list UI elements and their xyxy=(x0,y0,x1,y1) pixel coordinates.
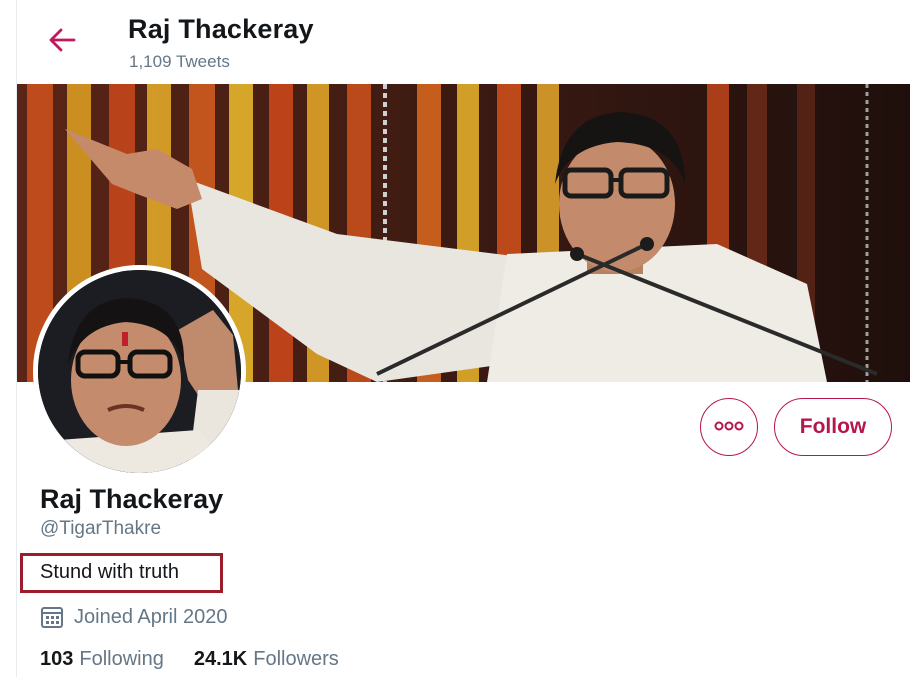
followers-count: 24.1K xyxy=(193,648,248,670)
profile-avatar[interactable] xyxy=(33,265,246,478)
following-label: Following xyxy=(79,648,164,670)
header-title: Raj Thackeray xyxy=(128,14,314,44)
arrow-left-icon xyxy=(48,27,76,58)
following-count: 103 xyxy=(40,648,74,670)
joined-date-row: Joined April 2020 xyxy=(40,603,227,631)
profile-handle: @TigarThakre xyxy=(40,518,162,539)
following-link[interactable]: 103 Following xyxy=(40,648,164,671)
tweet-count: 1,109 Tweets xyxy=(129,52,230,71)
back-button[interactable] xyxy=(40,22,84,62)
followers-link[interactable]: 24.1K Followers xyxy=(194,648,339,671)
joined-date: Joined April 2020 xyxy=(74,605,228,628)
profile-name: Raj Thackeray xyxy=(40,484,224,514)
followers-label: Followers xyxy=(253,648,339,670)
follow-button[interactable]: Follow xyxy=(774,398,892,456)
more-options-icon xyxy=(714,418,744,436)
more-options-button[interactable] xyxy=(700,398,758,456)
profile-bio: Stund with truth xyxy=(40,561,179,583)
follow-stats: 103 Following 24.1K Followers xyxy=(40,648,369,671)
calendar-icon xyxy=(40,605,64,629)
